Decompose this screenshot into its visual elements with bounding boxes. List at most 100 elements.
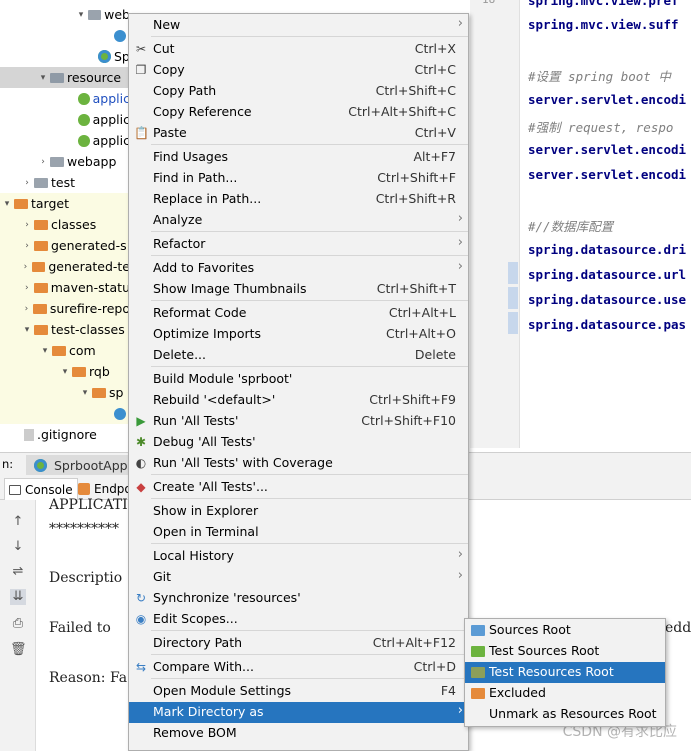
submenu-item-sources-root[interactable]: Sources Root [465,620,665,641]
menu-item-debug-all-tests[interactable]: ✱ Debug 'All Tests' [129,432,468,453]
chevron-down-icon[interactable]: ▾ [2,199,12,209]
menu-item-analyze[interactable]: Analyze › [129,210,468,231]
menu-item-shortcut: Ctrl+Shift+F9 [369,392,456,407]
tree-item-rqb[interactable]: ▾ rqb [0,361,130,382]
tree-item-sp[interactable]: Sp [0,46,130,67]
menu-item-label: Run 'All Tests' with Coverage [153,455,333,470]
menu-item-build-module-sprboot[interactable]: Build Module 'sprboot' [129,369,468,390]
menu-item-synchronize-resources[interactable]: ↻ Synchronize 'resources' [129,588,468,609]
tree-item-generated-test[interactable]: › generated-te [0,256,130,277]
menu-item-local-history[interactable]: Local History › [129,546,468,567]
menu-item-show-in-explorer[interactable]: Show in Explorer [129,501,468,522]
chevron-right-icon[interactable]: › [22,220,32,230]
chevron-right-icon[interactable]: › [22,241,32,251]
arrow-up-icon[interactable]: ↑ [10,514,26,530]
menu-item-copy-reference[interactable]: Copy Reference Ctrl+Alt+Shift+C [129,102,468,123]
folder-icon [72,366,86,377]
menu-item-reformat-code[interactable]: Reformat Code Ctrl+Alt+L [129,303,468,324]
code-line: spring.datasource.use [528,292,687,307]
tree-item-application-1[interactable]: applic [0,88,130,109]
menu-item-refactor[interactable]: Refactor › [129,234,468,255]
menu-item-run-all-tests[interactable]: ▶ Run 'All Tests' Ctrl+Shift+F10 [129,411,468,432]
tree-item-resources[interactable]: ▾ resource [0,67,130,88]
soft-wrap-icon[interactable]: ⇌ [10,564,26,580]
menu-item-add-to-favorites[interactable]: Add to Favorites › [129,258,468,279]
menu-item-remove-bom[interactable]: Remove BOM [129,723,468,744]
menu-item-open-module-settings[interactable]: Open Module Settings F4 [129,681,468,702]
tree-item-maven-status[interactable]: › maven-statu [0,277,130,298]
menu-item-new[interactable]: New › [129,15,468,36]
menu-item-label: Create 'All Tests'... [153,479,268,494]
chevron-down-icon[interactable]: ▾ [76,10,86,20]
tree-item-target[interactable]: ▾ target [0,193,130,214]
trash-icon[interactable]: 🗑 [10,642,27,658]
chevron-right-icon[interactable]: › [22,178,32,188]
arrow-down-icon[interactable]: ↓ [10,539,26,555]
tree-item-sp-folder[interactable]: ▾ sp [0,382,130,403]
menu-item-open-in-terminal[interactable]: Open in Terminal [129,522,468,543]
menu-item-paste[interactable]: 📋 Paste Ctrl+V [129,123,468,144]
menu-item-cut[interactable]: ✂ Cut Ctrl+X [129,39,468,60]
tree-item-application-2[interactable]: applic [0,109,130,130]
menu-item-copy[interactable]: ❐ Copy Ctrl+C [129,60,468,81]
chevron-right-icon: › [457,16,463,31]
menu-item-git[interactable]: Git › [129,567,468,588]
menu-item-label: Refactor [153,236,206,251]
menu-item-find-usages[interactable]: Find Usages Alt+F7 [129,147,468,168]
menu-item-label: Add to Favorites [153,260,255,275]
menu-item-copy-path[interactable]: Copy Path Ctrl+Shift+C [129,81,468,102]
menu-item-mark-directory-as[interactable]: Mark Directory as › [129,702,468,723]
tree-item-surefire-reports[interactable]: › surefire-repo [0,298,130,319]
menu-item-create-all-tests[interactable]: ◆ Create 'All Tests'... [129,477,468,498]
menu-item-label: Cut [153,41,175,56]
submenu-item-label: Excluded [489,685,546,700]
submenu-item-test-resources-root[interactable]: Test Resources Root [465,662,665,683]
chevron-right-icon[interactable]: › [22,283,32,293]
chevron-right-icon[interactable]: › [21,262,30,272]
submenu-item-excluded[interactable]: Excluded [465,683,665,704]
chevron-down-icon[interactable]: ▾ [80,388,90,398]
menu-item-shortcut: Ctrl+V [414,125,456,140]
tree-item-test-classes[interactable]: ▾ test-classes [0,319,130,340]
menu-item-compare-with[interactable]: ⇆ Compare With... Ctrl+D [129,657,468,678]
menu-item-replace-in-path[interactable]: Replace in Path... Ctrl+Shift+R [129,189,468,210]
menu-item-rebuild-default[interactable]: Rebuild '<default>' Ctrl+Shift+F9 [129,390,468,411]
tree-item-test[interactable]: › test [0,172,130,193]
menu-item-icon: ❐ [135,63,147,77]
console-line: ********** [49,521,119,537]
menu-item-run-all-tests-with-coverage[interactable]: ◐ Run 'All Tests' with Coverage [129,453,468,474]
chevron-down-icon[interactable]: ▾ [40,346,50,356]
menu-item-icon: ▶ [136,414,146,428]
tree-item-generated-sources[interactable]: › generated-s [0,235,130,256]
tree-item-classes[interactable]: › classes [0,214,130,235]
print-icon[interactable]: ⎙ [10,616,26,632]
menu-item-optimize-imports[interactable]: Optimize Imports Ctrl+Alt+O [129,324,468,345]
tree-item-com[interactable]: ▾ com [0,340,130,361]
menu-item-shortcut: Ctrl+Shift+T [376,281,456,296]
tree-item-gitignore[interactable]: .gitignore [0,424,130,445]
chevron-right-icon[interactable]: › [21,304,31,314]
submenu-item-unmark-as-resources-root[interactable]: Unmark as Resources Root [465,704,665,725]
chevron-down-icon[interactable]: ▾ [22,325,32,335]
tree-item-webapp[interactable]: › webapp [0,151,130,172]
menu-item-icon: ◐ [135,456,147,470]
chevron-right-icon[interactable]: › [38,157,48,167]
menu-item-delete[interactable]: Delete... Delete [129,345,468,366]
menu-item-directory-path[interactable]: Directory Path Ctrl+Alt+F12 [129,633,468,654]
tree-item-application-3[interactable]: applic [0,130,130,151]
tree-item-class[interactable] [0,25,130,46]
menu-item-find-in-path[interactable]: Find in Path... Ctrl+Shift+F [129,168,468,189]
chevron-down-icon[interactable]: ▾ [38,73,48,83]
code-editor[interactable]: spring.mvc.view.pref spring.mvc.view.suf… [520,0,691,448]
tree-item-class-file[interactable] [0,403,130,424]
folder-icon [92,387,106,398]
menu-item-edit-scopes[interactable]: ◉ Edit Scopes... [129,609,468,630]
submenu-item-test-sources-root[interactable]: Test Sources Root [465,641,665,662]
menu-item-shortcut: Ctrl+Alt+Shift+C [348,104,456,119]
menu-item-show-image-thumbnails[interactable]: Show Image Thumbnails Ctrl+Shift+T [129,279,468,300]
menu-item-label: Remove BOM [153,725,237,740]
chevron-down-icon[interactable]: ▾ [60,367,70,377]
scroll-to-end-icon[interactable]: ⇊ [10,589,26,605]
tree-item-web[interactable]: ▾ web [0,4,130,25]
console-icon [9,484,21,495]
